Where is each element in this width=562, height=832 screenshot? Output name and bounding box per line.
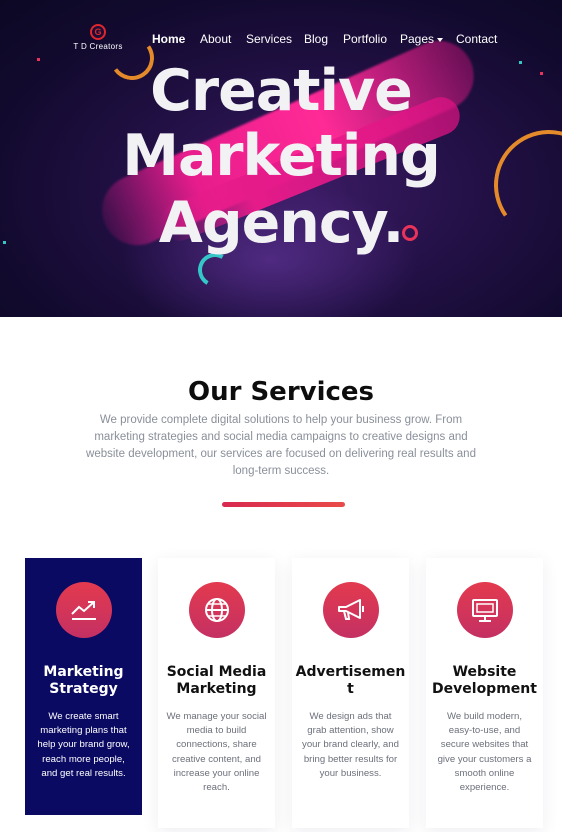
megaphone-icon (323, 582, 379, 638)
brand-name: T D Creators (73, 42, 123, 51)
logo-mark-icon: G (90, 24, 106, 40)
hero-title-line1: Creative (150, 58, 413, 124)
nav-about[interactable]: About (200, 32, 231, 46)
service-card-title: Social Media Marketing (166, 664, 267, 697)
service-card-description: We create smart marketing plans that hel… (37, 711, 130, 779)
ring-dot-decoration (402, 225, 418, 241)
services-description: We provide complete digital solutions to… (86, 414, 476, 477)
services-title: Our Services (187, 377, 375, 407)
service-card-description: We manage your social media to build con… (166, 711, 267, 794)
trend-chart-icon (56, 582, 112, 638)
section-divider (222, 502, 345, 507)
nav-portfolio[interactable]: Portfolio (343, 32, 387, 46)
service-card-marketing-strategy[interactable]: Marketing Strategy We create smart marke… (25, 558, 142, 815)
service-card-title: Website Development (432, 664, 537, 697)
service-card-title: Marketing Strategy (43, 664, 124, 697)
nav-pages-dropdown[interactable]: Pages (400, 32, 444, 46)
service-card-title: Advertisemen t (295, 664, 406, 697)
nav-services[interactable]: Services (246, 32, 292, 46)
hero-title-line3: Agency. (158, 190, 405, 256)
nav-blog[interactable]: Blog (304, 32, 328, 46)
caret-down-icon (437, 37, 444, 42)
service-card-website-development[interactable]: Website Development We build modern, eas… (426, 558, 543, 828)
nav-pages-label: Pages (400, 32, 435, 46)
globe-icon (189, 582, 245, 638)
brand-logo[interactable]: G T D Creators (70, 24, 126, 51)
nav-home[interactable]: Home (152, 32, 185, 46)
service-card-description: We build modern, easy-to-use, and secure… (437, 711, 532, 794)
monitor-icon (457, 582, 513, 638)
nav-contact[interactable]: Contact (456, 32, 497, 46)
service-card-social-media[interactable]: Social Media Marketing We manage your so… (158, 558, 275, 828)
hero-section: G T D Creators Home About Services Blog … (0, 0, 562, 317)
hero-title-line2: Marketing (122, 123, 441, 189)
service-card-description: We design ads that grab attention, show … (302, 711, 399, 779)
service-card-advertisement[interactable]: Advertisemen t We design ads that grab a… (292, 558, 409, 828)
